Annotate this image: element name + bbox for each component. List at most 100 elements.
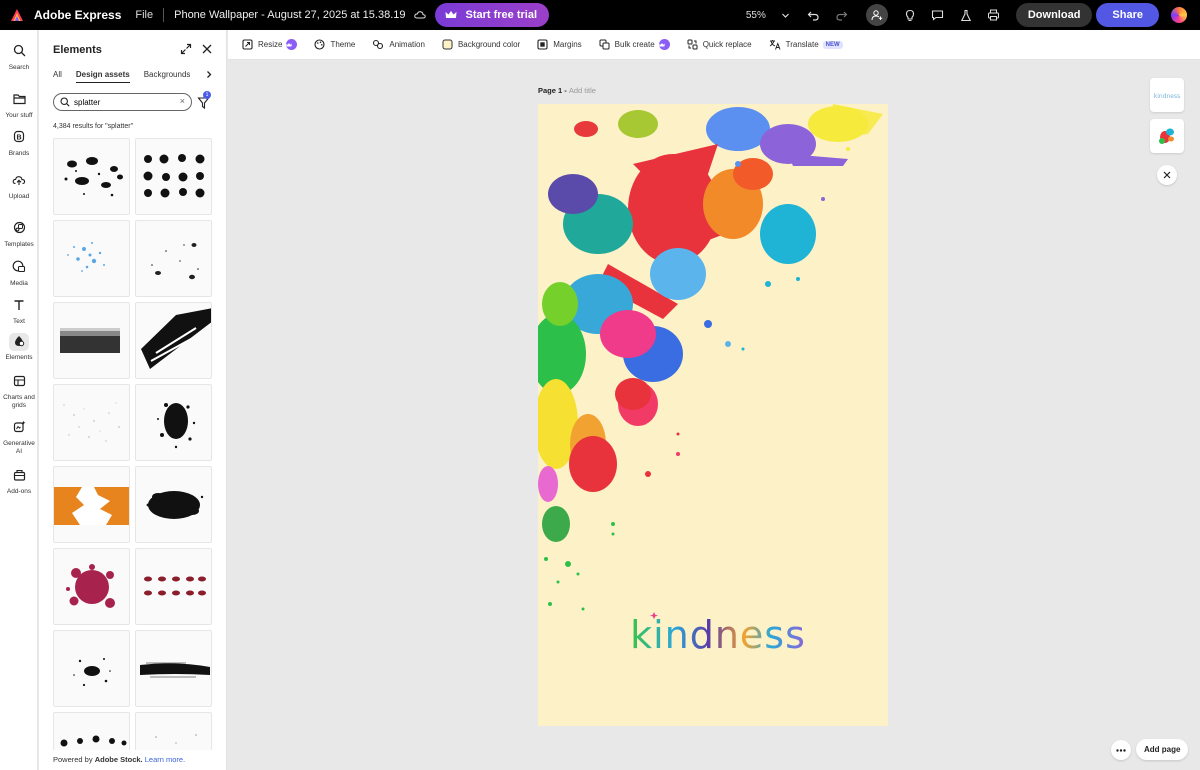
margins-label: Margins: [553, 40, 582, 49]
results-grid: [53, 138, 215, 750]
undo-icon[interactable]: [803, 4, 825, 26]
margins-icon: [537, 39, 548, 50]
splatter-thumbnail[interactable]: [135, 630, 212, 707]
rail-item-media[interactable]: Media: [0, 259, 38, 288]
animation-icon: [373, 39, 384, 50]
rail-label: Add-ons: [6, 488, 32, 495]
tab-all[interactable]: All: [53, 70, 62, 83]
splatter-thumbnail[interactable]: [53, 630, 130, 707]
expand-icon[interactable]: [180, 43, 192, 55]
tab-backgrounds[interactable]: Backgrounds: [144, 70, 191, 83]
top-bar: Adobe Express File Phone Wallpaper - Aug…: [0, 0, 1200, 30]
translate-button[interactable]: Translate NEW: [769, 39, 843, 50]
splatter-thumbnail[interactable]: [135, 220, 212, 297]
cloud-sync-icon[interactable]: [413, 8, 427, 22]
splatter-thumbnail[interactable]: [53, 466, 130, 543]
search-input[interactable]: [74, 97, 174, 107]
avatar[interactable]: [1171, 7, 1187, 23]
rail-label: Upload: [8, 193, 30, 200]
start-free-trial-button[interactable]: Start free trial: [435, 3, 550, 27]
clear-search-icon[interactable]: ×: [180, 96, 185, 106]
lightbulb-icon[interactable]: [899, 4, 921, 26]
panel-title: Elements: [53, 44, 102, 56]
splatter-thumbnail[interactable]: [53, 384, 130, 461]
elements-icon: [9, 333, 29, 351]
search-field[interactable]: ×: [53, 93, 192, 111]
splatter-thumbnail[interactable]: [135, 712, 212, 750]
page-label: Page 1 - Add title: [538, 86, 596, 95]
quick-replace-button[interactable]: Quick replace: [687, 39, 752, 50]
templates-icon: [9, 220, 29, 238]
background-color-button[interactable]: Background color: [442, 39, 520, 50]
add-title-field[interactable]: Add title: [569, 86, 596, 95]
redo-icon[interactable]: [831, 4, 853, 26]
rail-item-generative-ai[interactable]: Generative AI: [0, 419, 38, 456]
chevron-right-icon[interactable]: [205, 70, 213, 79]
file-menu[interactable]: File: [135, 9, 153, 21]
folder-icon: [9, 91, 29, 109]
splatter-thumbnail[interactable]: [53, 712, 130, 750]
splatter-thumbnail[interactable]: [135, 466, 212, 543]
app-name[interactable]: Adobe Express: [34, 8, 121, 22]
rail-label: Charts and grids: [3, 394, 35, 409]
animation-label: Animation: [389, 40, 425, 49]
document-title[interactable]: Phone Wallpaper - August 27, 2025 at 15.…: [174, 9, 405, 21]
results-count: 4,384 results for "splatter": [53, 123, 134, 130]
rail-label: Templates: [4, 241, 34, 248]
brand-icon: B: [9, 129, 29, 147]
rail-item-elements[interactable]: Elements: [0, 333, 38, 362]
rail-item-templates[interactable]: Templates: [0, 220, 38, 249]
rail-item-add-ons[interactable]: Add-ons: [0, 467, 38, 496]
splatter-thumbnail[interactable]: [135, 384, 212, 461]
rail-label: Search: [8, 64, 30, 71]
elements-panel: Elements All Design assets Backgrounds ×…: [39, 30, 227, 770]
rail-label: Media: [10, 280, 28, 287]
rail-item-search[interactable]: Search: [0, 43, 38, 72]
rail-item-your-stuff[interactable]: Your stuff: [0, 91, 38, 120]
animation-button[interactable]: Animation: [372, 39, 425, 50]
rail-label: Generative AI: [3, 440, 35, 455]
zoom-level[interactable]: 55%: [746, 10, 766, 21]
rail-item-brands[interactable]: B Brands: [0, 129, 38, 158]
resize-icon: [242, 39, 253, 50]
rail-item-charts-and-grids[interactable]: Charts and grids: [0, 373, 38, 410]
rail-item-text[interactable]: Text: [0, 297, 38, 326]
chevron-down-icon[interactable]: [775, 4, 797, 26]
upload-icon: [9, 172, 29, 190]
splatter-thumbnail[interactable]: [53, 302, 130, 379]
comment-icon[interactable]: [927, 4, 949, 26]
add-page-button[interactable]: Add page: [1136, 739, 1189, 760]
resize-button[interactable]: Resize: [242, 39, 298, 50]
close-icon[interactable]: [1157, 165, 1177, 185]
left-rail: Search Your stuff B Brands Upload Templa…: [0, 30, 38, 770]
download-button[interactable]: Download: [1015, 3, 1093, 27]
kindness-headline[interactable]: kindness: [618, 604, 818, 664]
adobe-express-logo-icon[interactable]: [10, 8, 24, 22]
background-color-icon: [442, 39, 453, 50]
splatter-thumbnail[interactable]: [53, 220, 130, 297]
page-thumbnail[interactable]: kindness: [1150, 78, 1184, 112]
premium-crown-icon: [286, 39, 298, 50]
design-page[interactable]: kindness: [538, 104, 888, 726]
print-icon[interactable]: [983, 4, 1005, 26]
media-icon: [9, 259, 29, 277]
more-options-icon[interactable]: [1111, 740, 1131, 760]
splatter-thumbnail[interactable]: [53, 138, 130, 215]
splatter-thumbnail[interactable]: [135, 138, 212, 215]
margins-button[interactable]: Margins: [537, 39, 582, 50]
invite-user-icon[interactable]: [865, 4, 888, 26]
divider: [163, 8, 165, 22]
share-button[interactable]: Share: [1096, 3, 1159, 27]
learn-more-link[interactable]: Learn more.: [145, 755, 185, 764]
close-icon[interactable]: [201, 43, 213, 55]
theme-button[interactable]: Theme: [314, 39, 355, 50]
page-number: Page 1 -: [538, 86, 567, 95]
splatter-thumbnail[interactable]: [135, 548, 212, 625]
flask-icon[interactable]: [955, 4, 977, 26]
tab-design-assets[interactable]: Design assets: [75, 70, 130, 83]
splatter-thumbnail[interactable]: [135, 302, 212, 379]
bulk-create-button[interactable]: Bulk create: [599, 39, 670, 50]
rail-item-upload[interactable]: Upload: [0, 172, 38, 201]
layer-thumbnail[interactable]: [1150, 119, 1184, 153]
splatter-thumbnail[interactable]: [53, 548, 130, 625]
